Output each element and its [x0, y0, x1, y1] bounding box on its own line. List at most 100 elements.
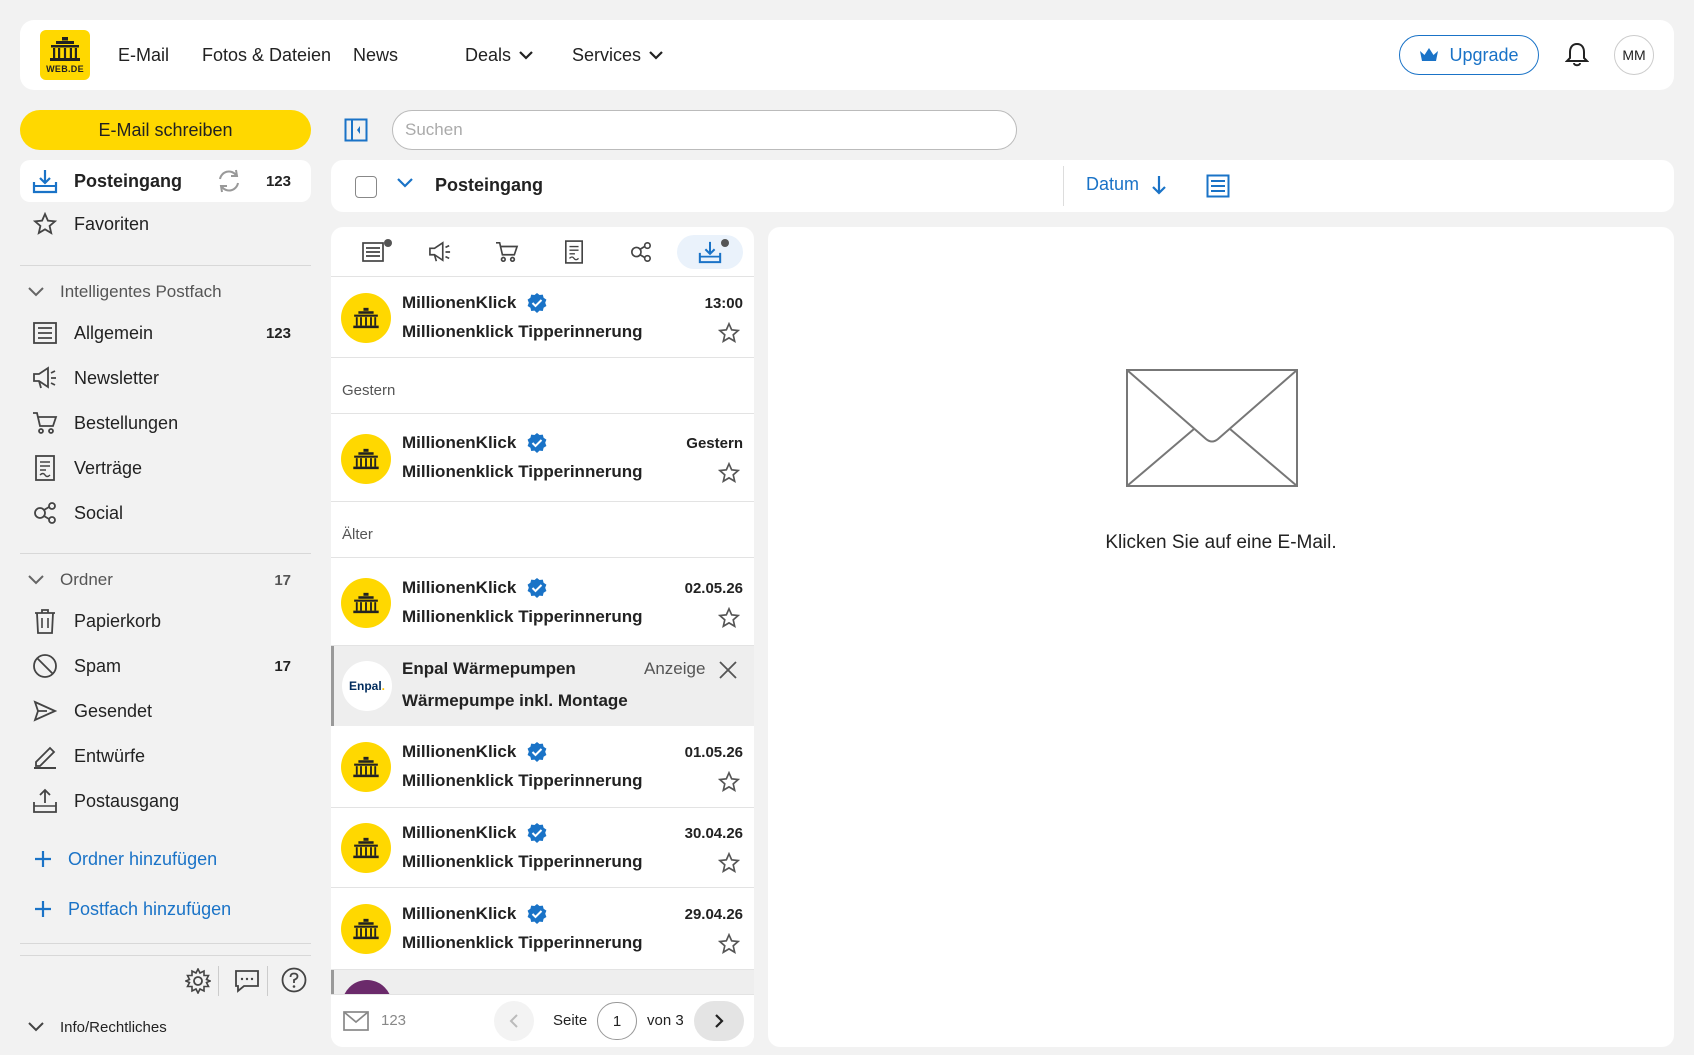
mail-date: 02.05.26	[684, 580, 743, 597]
sidebar-item-contracts[interactable]: Verträge	[20, 447, 311, 489]
nav-email[interactable]: E-Mail	[118, 20, 169, 90]
nav-news[interactable]: News	[353, 20, 398, 90]
tab-social[interactable]	[608, 235, 674, 269]
verified-badge-icon	[527, 823, 547, 843]
page-number-input[interactable]: 1	[597, 1002, 637, 1040]
star-icon[interactable]	[718, 771, 740, 793]
logo-text: WEB.DE	[46, 64, 84, 74]
advertisement-item[interactable]: Enpal. Enpal Wärmepumpen Wärmepumpe inkl…	[331, 646, 754, 726]
feedback-chat-icon[interactable]	[234, 969, 260, 993]
nav-photos-files[interactable]: Fotos & Dateien	[202, 20, 331, 90]
sidebar-toggle-icon[interactable]	[344, 118, 368, 142]
mail-list-item[interactable]: MillionenKlick Millionenklick Tipperinne…	[331, 414, 754, 502]
sidebar-item-spam[interactable]: Spam 17	[20, 645, 311, 687]
top-navigation-bar: WEB.DE E-Mail Fotos & Dateien News Deals…	[20, 20, 1674, 90]
divider	[20, 955, 311, 956]
tab-inbox-all[interactable]	[677, 235, 743, 269]
social-share-icon	[631, 242, 651, 262]
notifications-bell-icon[interactable]	[1565, 42, 1589, 68]
tab-general[interactable]	[340, 235, 406, 269]
crown-icon	[1420, 48, 1439, 61]
sidebar-item-trash[interactable]: Papierkorb	[20, 600, 311, 642]
webde-logo[interactable]: WEB.DE	[40, 30, 90, 80]
nav-deals-label: Deals	[465, 44, 512, 65]
sidebar-item-inbox[interactable]: Posteingang 123	[20, 160, 311, 202]
divider	[1063, 166, 1064, 206]
contract-document-icon	[565, 240, 583, 264]
star-icon[interactable]	[718, 933, 740, 955]
add-mailbox-link[interactable]: Postfach hinzufügen	[20, 889, 311, 929]
sidebar-item-label: Spam	[74, 655, 122, 676]
sidebar-item-drafts[interactable]: Entwürfe	[20, 735, 311, 777]
shopping-cart-icon	[32, 411, 58, 435]
tab-contracts[interactable]	[541, 235, 607, 269]
user-avatar[interactable]: MM	[1614, 35, 1654, 75]
mail-date: 30.04.26	[684, 825, 743, 842]
section-folders[interactable]: Ordner 17	[20, 560, 311, 600]
verified-badge-icon	[527, 904, 547, 924]
sidebar-item-label: Gesendet	[74, 700, 153, 721]
list-view-icon[interactable]	[1206, 174, 1230, 198]
selection-dropdown-chevron-icon[interactable]	[397, 177, 413, 189]
sidebar-item-favorites[interactable]: Favoriten	[20, 203, 311, 245]
divider	[218, 966, 219, 996]
nav-photos-label: Fotos & Dateien	[202, 44, 332, 65]
tab-newsletter[interactable]	[407, 235, 473, 269]
brandenburg-gate-icon	[353, 837, 379, 859]
list-header-bar: Posteingang Datum	[331, 160, 1674, 212]
page-label: Seite	[553, 1012, 588, 1029]
select-all-checkbox[interactable]	[355, 176, 377, 198]
sidebar-item-general[interactable]: Allgemein 123	[20, 312, 311, 354]
previous-page-button[interactable]	[494, 1001, 534, 1041]
upgrade-label: Upgrade	[1449, 44, 1519, 65]
compose-email-button[interactable]: E-Mail schreiben	[20, 110, 311, 150]
sidebar-item-outbox[interactable]: Postausgang	[20, 780, 311, 822]
mail-sender: MillionenKlick	[402, 904, 517, 923]
star-icon[interactable]	[718, 607, 740, 629]
chevron-left-icon	[509, 1014, 518, 1028]
upgrade-button[interactable]: Upgrade	[1399, 35, 1539, 75]
shopping-cart-icon	[496, 242, 519, 262]
refresh-icon[interactable]	[216, 169, 242, 193]
mail-list-item[interactable]: MillionenKlick Millionenklick Tipperinne…	[331, 278, 754, 358]
star-icon[interactable]	[718, 852, 740, 874]
next-page-button[interactable]	[694, 1001, 744, 1041]
advertisement-item-partial[interactable]	[331, 970, 754, 994]
day-group-label: Gestern	[331, 358, 754, 414]
help-question-icon[interactable]	[281, 967, 307, 993]
nav-deals[interactable]: Deals	[465, 20, 533, 90]
sidebar-item-orders[interactable]: Bestellungen	[20, 402, 311, 444]
section-smart-inbox[interactable]: Intelligentes Postfach	[20, 272, 311, 312]
mail-list-item[interactable]: MillionenKlick Millionenklick Tipperinne…	[331, 726, 754, 808]
nav-email-label: E-Mail	[118, 44, 170, 65]
settings-gear-icon[interactable]	[185, 968, 211, 994]
sender-avatar	[341, 578, 391, 628]
star-icon[interactable]	[718, 462, 740, 484]
unread-dot	[721, 239, 729, 247]
mail-list-item[interactable]: MillionenKlick Millionenklick Tipperinne…	[331, 558, 754, 646]
sort-label: Datum	[1086, 174, 1140, 194]
sort-by-date-button[interactable]: Datum	[1086, 174, 1167, 195]
nav-services[interactable]: Services	[572, 20, 663, 90]
star-icon[interactable]	[718, 322, 740, 344]
tab-orders[interactable]	[474, 235, 540, 269]
sidebar-item-social[interactable]: Social	[20, 492, 311, 534]
mail-total-count: 123	[381, 1012, 407, 1029]
sidebar-item-label: Bestellungen	[74, 412, 179, 433]
chevron-down-icon	[28, 1022, 44, 1032]
sender-avatar	[342, 980, 392, 994]
mail-sender: MillionenKlick	[402, 742, 517, 761]
sidebar-item-label: Verträge	[74, 457, 143, 478]
divider	[20, 553, 311, 554]
mail-list-item[interactable]: MillionenKlick Millionenklick Tipperinne…	[331, 888, 754, 970]
envelope-icon	[343, 1011, 369, 1031]
sidebar-item-sent[interactable]: Gesendet	[20, 690, 311, 732]
megaphone-icon	[32, 366, 58, 390]
info-legal-section[interactable]: Info/Rechtliches	[20, 1010, 311, 1044]
mail-list-item[interactable]: MillionenKlick Millionenklick Tipperinne…	[331, 808, 754, 888]
search-input[interactable]	[392, 110, 1017, 150]
close-icon[interactable]	[718, 660, 738, 680]
preview-hint-text: Klicken Sie auf eine E-Mail.	[1105, 532, 1337, 553]
add-folder-link[interactable]: Ordner hinzufügen	[20, 839, 311, 879]
sidebar-item-newsletter[interactable]: Newsletter	[20, 357, 311, 399]
